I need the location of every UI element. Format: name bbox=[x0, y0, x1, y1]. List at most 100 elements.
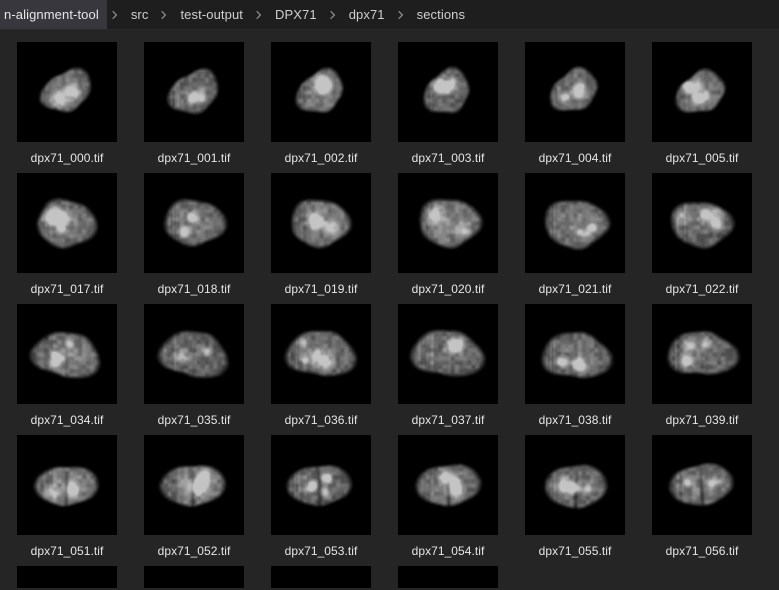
thumbnail-filename-label: dpx71_000.tif bbox=[30, 151, 104, 165]
thumbnail-filename-label: dpx71_005.tif bbox=[665, 151, 739, 165]
thumbnail-tile[interactable]: dpx71_002.tif bbox=[271, 42, 371, 173]
thumbnail-tile[interactable]: dpx71_036.tif bbox=[271, 304, 371, 435]
thumbnail-grid: dpx71_000.tif dpx71_001.tif dpx71_002.tif d… bbox=[0, 42, 779, 588]
brain-section-canvas bbox=[144, 173, 244, 273]
thumbnail-tile[interactable] bbox=[271, 566, 371, 588]
breadcrumb-item-sections[interactable]: sections bbox=[409, 0, 474, 29]
thumbnail-tile[interactable] bbox=[144, 566, 244, 588]
thumbnail-tile[interactable]: dpx71_039.tif bbox=[652, 304, 752, 435]
thumbnail-tile[interactable]: dpx71_017.tif bbox=[17, 173, 117, 304]
section-thumbnail-image bbox=[525, 304, 625, 404]
thumbnail-tile[interactable]: dpx71_005.tif bbox=[652, 42, 752, 173]
section-thumbnail-image bbox=[525, 435, 625, 535]
thumbnail-tile[interactable]: dpx71_021.tif bbox=[525, 173, 625, 304]
thumbnail-tile[interactable]: dpx71_051.tif bbox=[17, 435, 117, 566]
brain-section-canvas bbox=[398, 42, 498, 142]
file-explorer-window: n-alignment-tool src test-output DPX71 dpx71… bbox=[0, 0, 779, 590]
brain-section-canvas bbox=[271, 566, 371, 588]
thumbnail-filename-label: dpx71_035.tif bbox=[157, 413, 231, 427]
thumbnail-tile[interactable]: dpx71_019.tif bbox=[271, 173, 371, 304]
thumbnail-grid-area[interactable]: dpx71_000.tif dpx71_001.tif dpx71_002.tif d… bbox=[0, 30, 779, 590]
brain-section-canvas bbox=[144, 435, 244, 535]
breadcrumb-item-n-alignment-tool[interactable]: n-alignment-tool bbox=[0, 0, 107, 29]
thumbnail-filename-label: dpx71_037.tif bbox=[411, 413, 485, 427]
thumbnail-tile[interactable]: dpx71_052.tif bbox=[144, 435, 244, 566]
chevron-right-icon bbox=[325, 0, 341, 29]
brain-section-canvas bbox=[398, 304, 498, 404]
thumbnail-tile[interactable]: dpx71_054.tif bbox=[398, 435, 498, 566]
thumbnail-filename-label: dpx71_003.tif bbox=[411, 151, 485, 165]
breadcrumb-item-dpx71[interactable]: DPX71 bbox=[267, 0, 325, 29]
thumbnail-filename-label: dpx71_021.tif bbox=[538, 282, 612, 296]
thumbnail-filename-label: dpx71_001.tif bbox=[157, 151, 231, 165]
thumbnail-filename-label: dpx71_036.tif bbox=[284, 413, 358, 427]
breadcrumb-item-src[interactable]: src bbox=[123, 0, 157, 29]
brain-section-canvas bbox=[17, 566, 117, 588]
thumbnail-filename-label: dpx71_020.tif bbox=[411, 282, 485, 296]
section-thumbnail-image bbox=[271, 173, 371, 273]
thumbnail-filename-label: dpx71_053.tif bbox=[284, 544, 358, 558]
brain-section-canvas bbox=[271, 435, 371, 535]
section-thumbnail-image bbox=[525, 173, 625, 273]
chevron-right-icon bbox=[156, 0, 172, 29]
thumbnail-tile bbox=[652, 566, 752, 588]
thumbnail-filename-label: dpx71_002.tif bbox=[284, 151, 358, 165]
section-thumbnail-image bbox=[398, 566, 498, 588]
thumbnail-tile[interactable]: dpx71_053.tif bbox=[271, 435, 371, 566]
thumbnail-tile[interactable]: dpx71_022.tif bbox=[652, 173, 752, 304]
thumbnail-tile[interactable]: dpx71_055.tif bbox=[525, 435, 625, 566]
thumbnail-filename-label: dpx71_051.tif bbox=[30, 544, 104, 558]
brain-section-canvas bbox=[652, 173, 752, 273]
section-thumbnail-image bbox=[144, 435, 244, 535]
section-thumbnail-image bbox=[398, 42, 498, 142]
breadcrumb: n-alignment-tool src test-output DPX71 dpx71… bbox=[0, 0, 779, 30]
chevron-right-icon bbox=[107, 0, 123, 29]
section-thumbnail-image bbox=[271, 304, 371, 404]
thumbnail-tile[interactable]: dpx71_037.tif bbox=[398, 304, 498, 435]
section-thumbnail-image bbox=[144, 566, 244, 588]
thumbnail-tile bbox=[525, 566, 625, 588]
section-thumbnail-image bbox=[17, 304, 117, 404]
brain-section-canvas bbox=[398, 173, 498, 273]
thumbnail-tile[interactable]: dpx71_018.tif bbox=[144, 173, 244, 304]
section-thumbnail-image bbox=[398, 435, 498, 535]
thumbnail-tile[interactable]: dpx71_056.tif bbox=[652, 435, 752, 566]
thumbnail-tile[interactable]: dpx71_038.tif bbox=[525, 304, 625, 435]
thumbnail-tile[interactable]: dpx71_003.tif bbox=[398, 42, 498, 173]
brain-section-canvas bbox=[652, 42, 752, 142]
thumbnail-tile[interactable]: dpx71_004.tif bbox=[525, 42, 625, 173]
thumbnail-tile[interactable] bbox=[17, 566, 117, 588]
breadcrumb-item-test-output[interactable]: test-output bbox=[172, 0, 251, 29]
thumbnail-tile[interactable]: dpx71_034.tif bbox=[17, 304, 117, 435]
thumbnail-filename-label: dpx71_022.tif bbox=[665, 282, 739, 296]
section-thumbnail-image bbox=[652, 42, 752, 142]
section-thumbnail-image bbox=[144, 42, 244, 142]
chevron-right-icon bbox=[251, 0, 267, 29]
thumbnail-tile[interactable]: dpx71_000.tif bbox=[17, 42, 117, 173]
breadcrumb-item-dpx71[interactable]: dpx71 bbox=[341, 0, 393, 29]
section-thumbnail-image bbox=[17, 42, 117, 142]
section-thumbnail-image bbox=[398, 304, 498, 404]
brain-section-canvas bbox=[144, 304, 244, 404]
thumbnail-filename-label: dpx71_052.tif bbox=[157, 544, 231, 558]
thumbnail-tile[interactable]: dpx71_001.tif bbox=[144, 42, 244, 173]
section-thumbnail-image bbox=[271, 435, 371, 535]
section-thumbnail-image bbox=[17, 435, 117, 535]
brain-section-canvas bbox=[525, 304, 625, 404]
section-thumbnail-image bbox=[652, 173, 752, 273]
thumbnail-tile[interactable]: dpx71_020.tif bbox=[398, 173, 498, 304]
thumbnail-tile[interactable] bbox=[398, 566, 498, 588]
section-thumbnail-image bbox=[525, 566, 625, 588]
brain-section-canvas bbox=[398, 435, 498, 535]
thumbnail-tile[interactable]: dpx71_035.tif bbox=[144, 304, 244, 435]
section-thumbnail-image bbox=[144, 304, 244, 404]
brain-section-canvas bbox=[525, 173, 625, 273]
brain-section-canvas bbox=[17, 173, 117, 273]
brain-section-canvas bbox=[271, 304, 371, 404]
brain-section-canvas bbox=[271, 173, 371, 273]
thumbnail-filename-label: dpx71_018.tif bbox=[157, 282, 231, 296]
brain-section-canvas bbox=[652, 304, 752, 404]
section-thumbnail-image bbox=[271, 42, 371, 142]
thumbnail-filename-label: dpx71_056.tif bbox=[665, 544, 739, 558]
thumbnail-filename-label: dpx71_019.tif bbox=[284, 282, 358, 296]
